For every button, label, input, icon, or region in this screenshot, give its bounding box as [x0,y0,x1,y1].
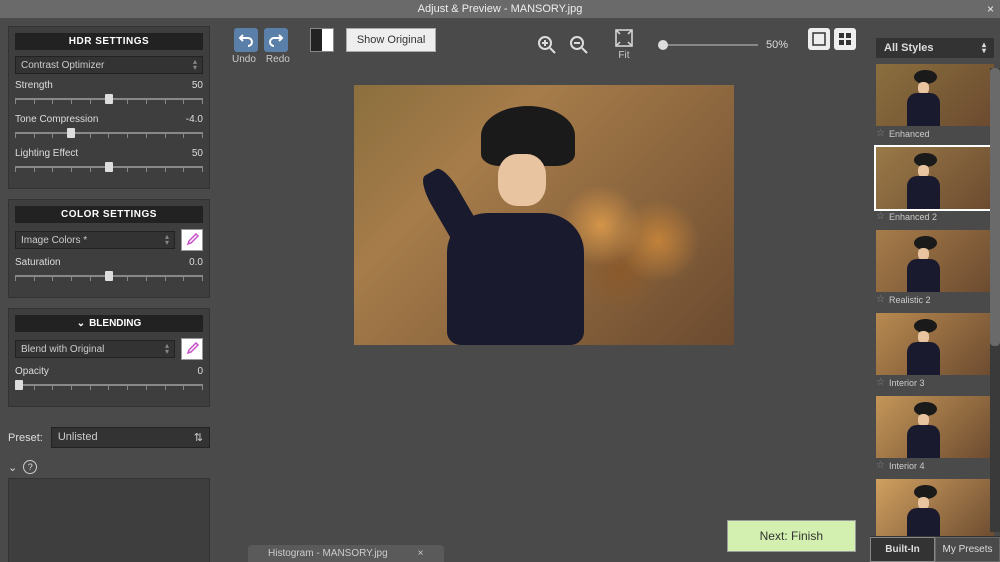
hdr-method-dropdown[interactable]: Contrast Optimizer ▴▾ [15,56,203,74]
preview-panel: UndoRedo Show Original [218,18,870,562]
hdr-settings-header: HDR SETTINGS [15,33,203,50]
info-box [8,478,210,562]
zoom-in-icon[interactable] [536,34,558,56]
zoom-out-icon[interactable] [568,34,590,56]
star-icon[interactable]: ☆ [876,211,885,222]
star-icon[interactable]: ☆ [876,377,885,388]
close-icon[interactable]: × [418,548,424,559]
style-item[interactable]: ☆Enhanced 2 [876,147,994,224]
tone-compression-slider[interactable] [15,126,203,140]
histogram-tab[interactable]: Histogram - MANSORY.jpg × [248,545,444,562]
styles-scrollbar[interactable] [990,68,1000,532]
single-view-button[interactable] [808,28,830,50]
chevron-updown-icon: ▴▾ [165,343,169,355]
chevron-updown-icon: ▴▾ [193,59,197,71]
styles-panel: All Styles ▴▾ ☆Enhanced ☆Enhanced 2 ☆Rea… [870,18,1000,562]
zoom-slider[interactable]: 50% [658,39,788,51]
redo-button[interactable] [264,28,288,52]
style-item[interactable]: ☆Realistic 2 [876,230,994,307]
chevron-updown-icon: ▴▾ [165,234,169,246]
fit-icon[interactable] [614,28,634,48]
style-item[interactable]: ☆Interior 3 [876,313,994,390]
window-title: Adjust & Preview - MANSORY.jpg [418,3,583,15]
blend-mode-dropdown[interactable]: Blend with Original ▴▾ [15,340,175,358]
star-icon[interactable]: ☆ [876,128,885,139]
undo-button[interactable] [234,28,258,52]
preset-label: Preset: [8,432,43,444]
style-item[interactable]: ☆ [876,479,994,536]
color-settings-header: COLOR SETTINGS [15,206,203,223]
grid-view-button[interactable] [834,28,856,50]
chevron-down-icon[interactable]: ⌄ [8,461,17,474]
preset-dropdown[interactable]: Unlisted ⇅ [51,427,210,448]
next-finish-button[interactable]: Next: Finish [727,520,856,552]
opacity-slider[interactable] [15,378,203,392]
blend-eyedropper-button[interactable] [181,338,203,360]
style-item[interactable]: ☆Interior 4 [876,396,994,473]
preview-image[interactable] [354,85,734,345]
star-icon[interactable]: ☆ [876,294,885,305]
strength-slider[interactable] [15,92,203,106]
builtin-tab[interactable]: Built-In [870,537,935,562]
chevron-updown-icon: ▴▾ [982,42,986,54]
lighting-effect-slider[interactable] [15,160,203,174]
color-mode-dropdown[interactable]: Image Colors * ▴▾ [15,231,175,249]
chevron-updown-icon: ⇅ [194,431,203,444]
close-icon[interactable]: × [987,2,994,16]
compare-toggle[interactable] [310,28,334,52]
chevron-down-icon: ⌄ [77,318,85,329]
show-original-button[interactable]: Show Original [346,28,436,52]
style-item[interactable]: ☆Enhanced [876,64,994,141]
help-icon[interactable]: ? [23,460,37,474]
blending-header[interactable]: ⌄BLENDING [15,315,203,332]
styles-dropdown[interactable]: All Styles ▴▾ [876,38,994,58]
eyedropper-button[interactable] [181,229,203,251]
saturation-slider[interactable] [15,269,203,283]
star-icon[interactable]: ☆ [876,460,885,471]
window-titlebar: Adjust & Preview - MANSORY.jpg × [0,0,1000,18]
mypresets-tab[interactable]: My Presets [935,537,1000,562]
settings-panel: HDR SETTINGS Contrast Optimizer ▴▾ Stren… [0,18,218,562]
